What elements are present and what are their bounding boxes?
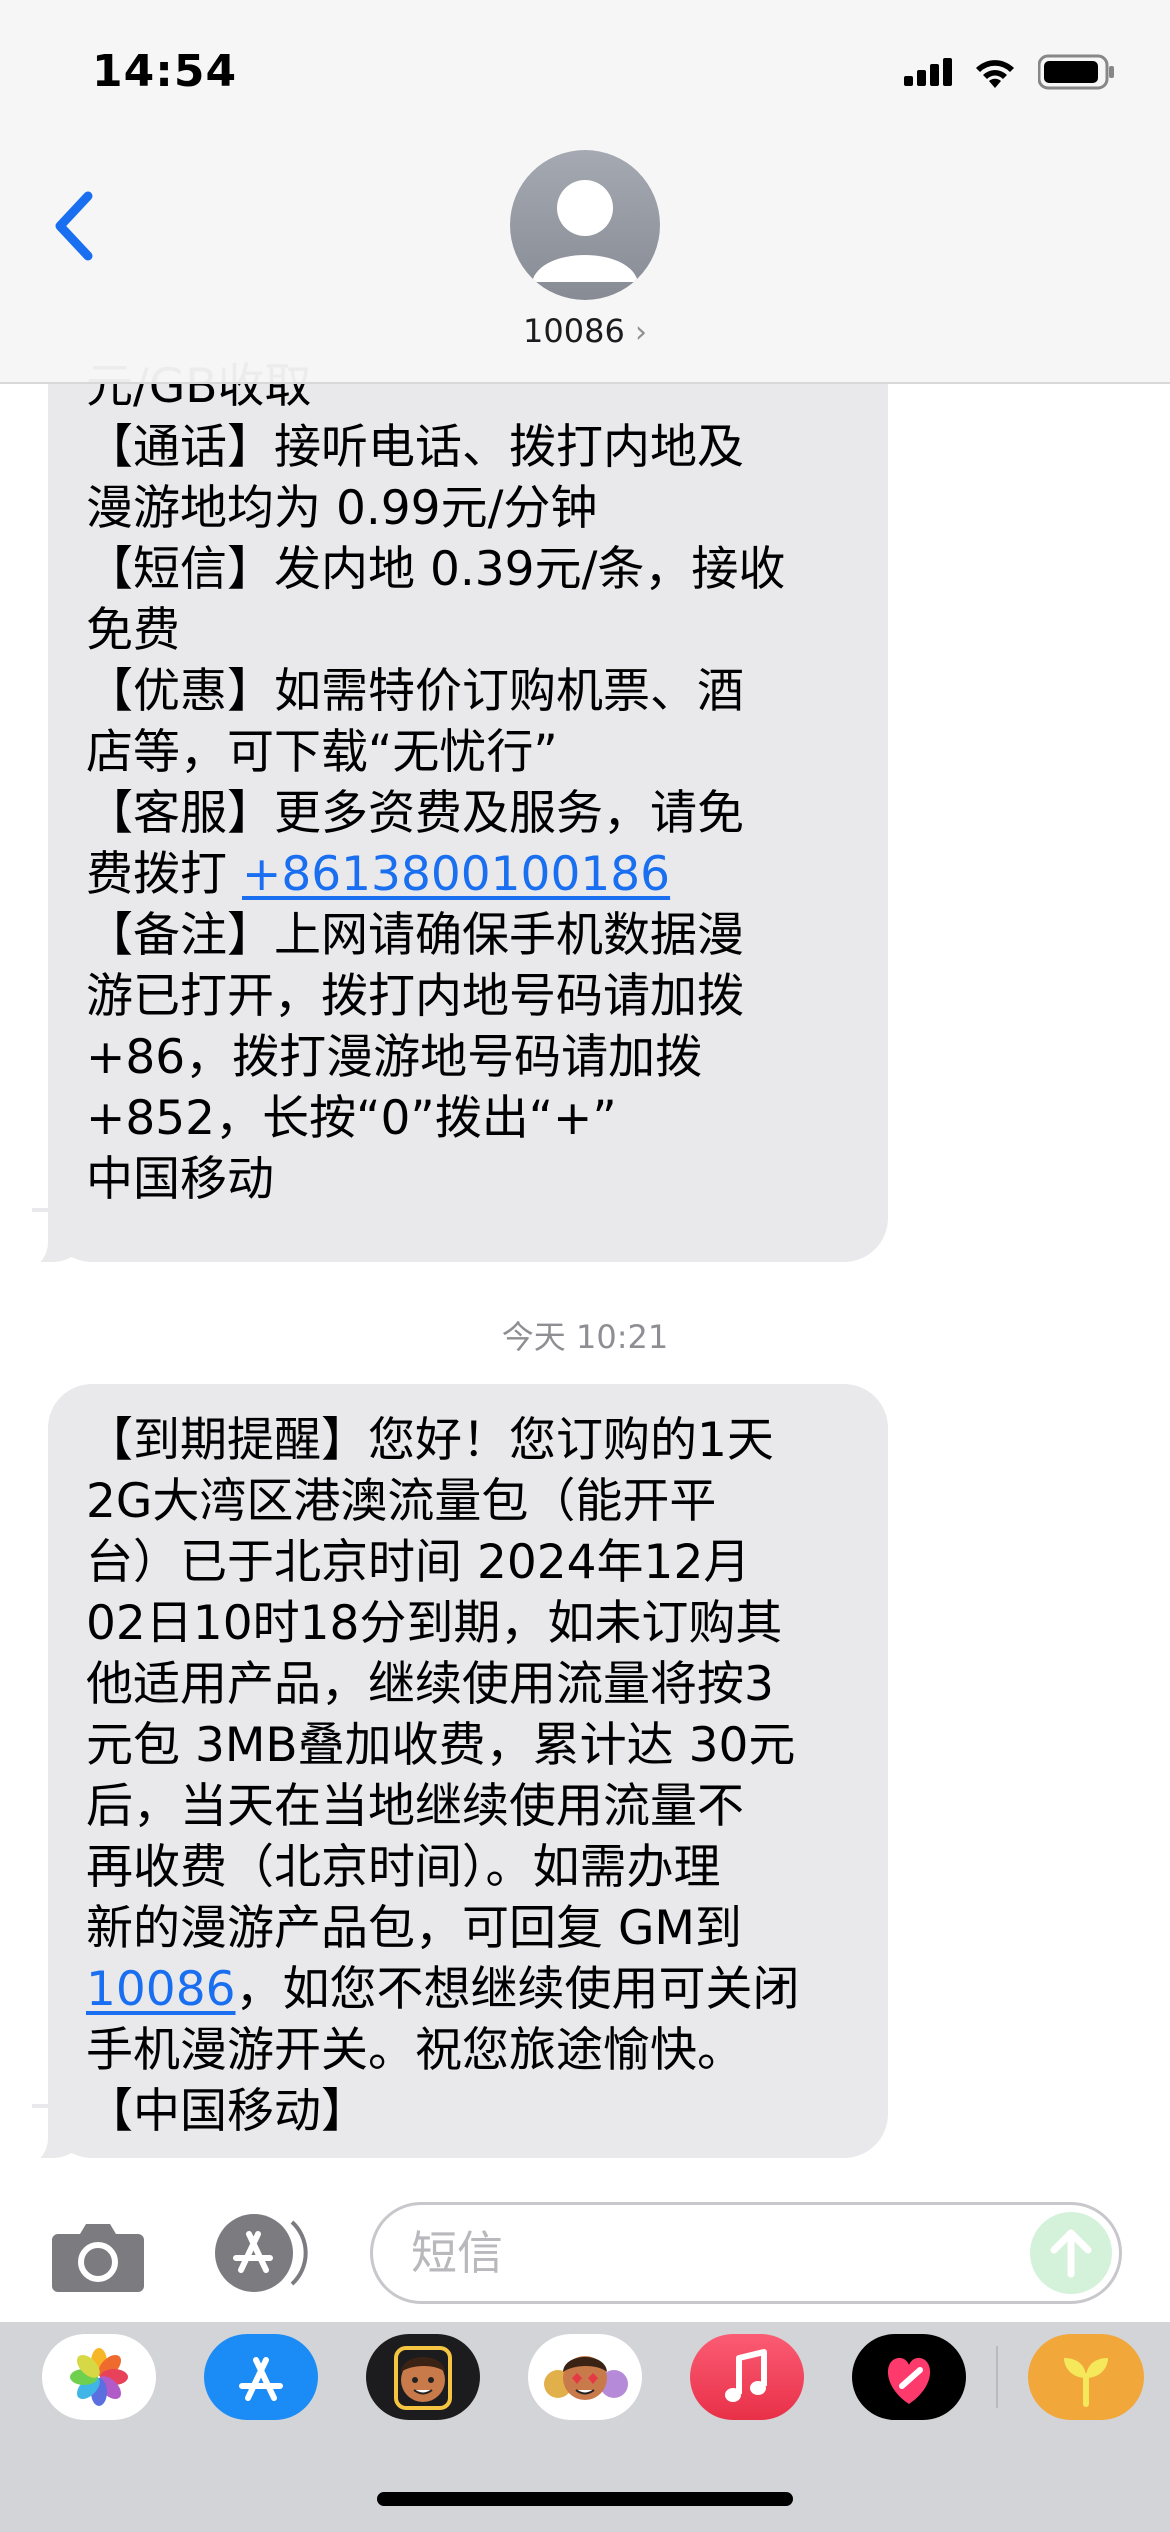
home-indicator[interactable] bbox=[377, 2492, 793, 2506]
message-line-service: 费拨打 +8613800100186 bbox=[86, 844, 852, 905]
message-bubble-expiry-reminder[interactable]: 【到期提醒】您好！您订购的1天 2G大湾区港澳流量包（能开平 台）已于北京时间 … bbox=[48, 1384, 888, 2158]
service-phone-link[interactable]: +8613800100186 bbox=[242, 847, 670, 902]
status-time: 14:54 bbox=[92, 46, 238, 97]
message-line: 游已打开，拨打内地号码请加拨 bbox=[86, 969, 744, 1024]
drawer-divider bbox=[996, 2346, 998, 2408]
heart-sticker-icon bbox=[887, 2357, 931, 2404]
bubble-tail-mask bbox=[0, 2108, 48, 2168]
number-link-10086[interactable]: 10086 bbox=[86, 1962, 236, 2017]
photos-app-icon[interactable] bbox=[42, 2334, 156, 2420]
message-line: 【客服】更多资费及服务，请免 bbox=[86, 786, 744, 841]
message-line: 免费 bbox=[86, 603, 180, 658]
camera-icon[interactable] bbox=[50, 2218, 146, 2294]
message-line: 02日10时18分到期，如未订购其 bbox=[86, 1596, 783, 1651]
message-line: 中国移动 bbox=[86, 1152, 274, 1207]
app-store-app-icon[interactable] bbox=[204, 2334, 318, 2420]
music-note-icon bbox=[725, 2349, 767, 2402]
message-bubble-roaming-info[interactable]: 元/GB收取 【通话】接听电话、拨打内地及 漫游地均为 0.99元/分钟 【短信… bbox=[48, 330, 888, 1262]
person-silhouette-icon bbox=[532, 180, 638, 282]
plant-app-icon[interactable] bbox=[1028, 2334, 1144, 2420]
wifi-icon bbox=[976, 60, 1014, 88]
memoji-app-icon[interactable] bbox=[366, 2334, 480, 2420]
message-line: 台）已于北京时间 2024年12月 bbox=[86, 1535, 751, 1590]
link-suffix: ，如您不想继续使用可关闭 bbox=[235, 1962, 800, 2017]
message-line: 【备注】上网请确保手机数据漫 bbox=[86, 908, 744, 963]
chevron-right-icon: › bbox=[634, 315, 647, 350]
message-line: 漫游地均为 0.99元/分钟 bbox=[86, 481, 598, 536]
message-line: 他适用产品，继续使用流量将按3 bbox=[86, 1657, 774, 1712]
message-line: 【短信】发内地 0.39元/条，接收 bbox=[86, 542, 786, 597]
contact-name: 10086 bbox=[523, 312, 625, 350]
message-line: 2G大湾区港澳流量包（能开平 bbox=[86, 1474, 717, 1529]
service-prefix: 费拨打 bbox=[86, 847, 242, 902]
app-store-drawer-icon[interactable] bbox=[208, 2210, 320, 2296]
message-line: +86，拨打漫游地号码请加拨 bbox=[86, 1030, 703, 1085]
fitness-app-icon[interactable] bbox=[852, 2334, 966, 2420]
contact-name-row[interactable]: 10086 › bbox=[0, 312, 1170, 350]
app-store-a-icon bbox=[239, 2357, 283, 2401]
message-line: 手机漫游开关。祝您旅途愉快。 bbox=[86, 2023, 744, 2078]
message-line: 元包 3MB叠加收费，累计达 30元 bbox=[86, 1718, 796, 1773]
message-line: 店等，可下载“无忧行” bbox=[86, 725, 558, 780]
message-input[interactable]: 短信 bbox=[370, 2202, 1122, 2304]
music-app-icon[interactable] bbox=[690, 2334, 804, 2420]
photos-flower-icon bbox=[70, 2348, 128, 2406]
message-line: 后，当天在当地继续使用流量不 bbox=[86, 1779, 744, 1834]
message-line: 【到期提醒】您好！您订购的1天 bbox=[86, 1413, 774, 1468]
send-button[interactable] bbox=[1030, 2212, 1112, 2294]
memoji-stickers-app-icon[interactable] bbox=[528, 2334, 642, 2420]
memoji-face-icon bbox=[394, 2346, 452, 2410]
message-line: 【通话】接听电话、拨打内地及 bbox=[86, 420, 744, 475]
cellular-signal-icon bbox=[904, 58, 952, 86]
bubble-tail-mask bbox=[0, 1212, 48, 1272]
message-line: 新的漫游产品包，可回复 GM到 bbox=[86, 1901, 742, 1956]
message-line: 再收费（北京时间）。如需办理 bbox=[86, 1840, 721, 1895]
message-line: 【中国移动】 bbox=[86, 2084, 368, 2139]
sprout-icon bbox=[1064, 2358, 1108, 2407]
message-line-link: 10086，如您不想继续使用可关闭 bbox=[86, 1959, 852, 2020]
contact-avatar[interactable] bbox=[510, 150, 660, 300]
conversation-header: 14:54 10086 › bbox=[0, 0, 1170, 384]
message-line: +852，长按“0”拨出“+” bbox=[86, 1091, 617, 1146]
arrow-up-icon bbox=[1050, 2229, 1092, 2278]
battery-icon bbox=[1038, 54, 1114, 90]
message-timestamp: 今天 10:21 bbox=[501, 1318, 669, 1356]
memoji-stickers-icon bbox=[544, 2356, 628, 2400]
back-chevron-icon[interactable] bbox=[44, 186, 104, 266]
message-line: 【优惠】如需特价订购机票、酒 bbox=[86, 664, 744, 719]
